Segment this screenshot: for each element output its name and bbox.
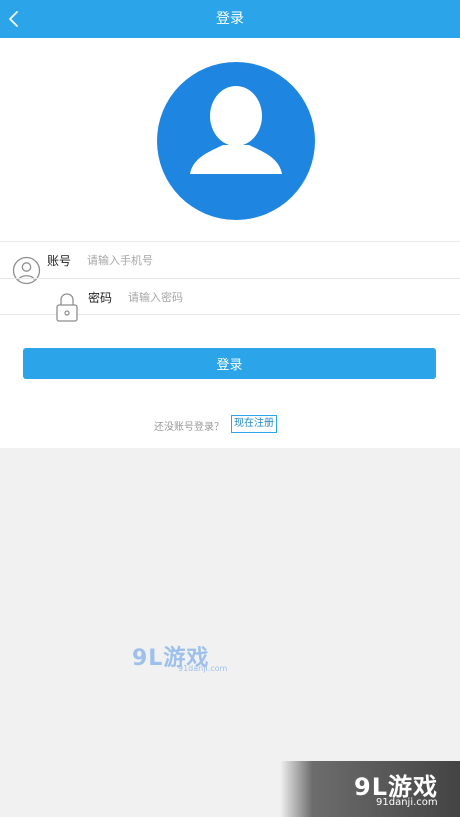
page-title: 登录 (216, 11, 244, 27)
user-silhouette-icon (157, 62, 315, 220)
watermark-corner: 9L游戏 91danji.com (280, 761, 460, 817)
watermark-center: 9L游戏 91danji.com (132, 640, 232, 676)
register-hint: 还没账号登录？ (154, 422, 224, 433)
login-button[interactable]: 登录 (23, 348, 436, 379)
account-row: 账号 (0, 241, 460, 285)
register-link[interactable]: 现在注册 (231, 415, 277, 433)
lock-icon (56, 293, 78, 322)
password-label: 密码 (88, 291, 113, 305)
watermark-corner-site: 91danji.com (376, 797, 438, 808)
account-label: 账号 (47, 254, 72, 268)
phone-input[interactable] (87, 252, 427, 268)
app-header: 登录 (0, 0, 460, 38)
password-row: 密码 (0, 278, 460, 322)
password-input[interactable] (128, 289, 428, 305)
watermark-site: 91danji.com (178, 664, 228, 673)
